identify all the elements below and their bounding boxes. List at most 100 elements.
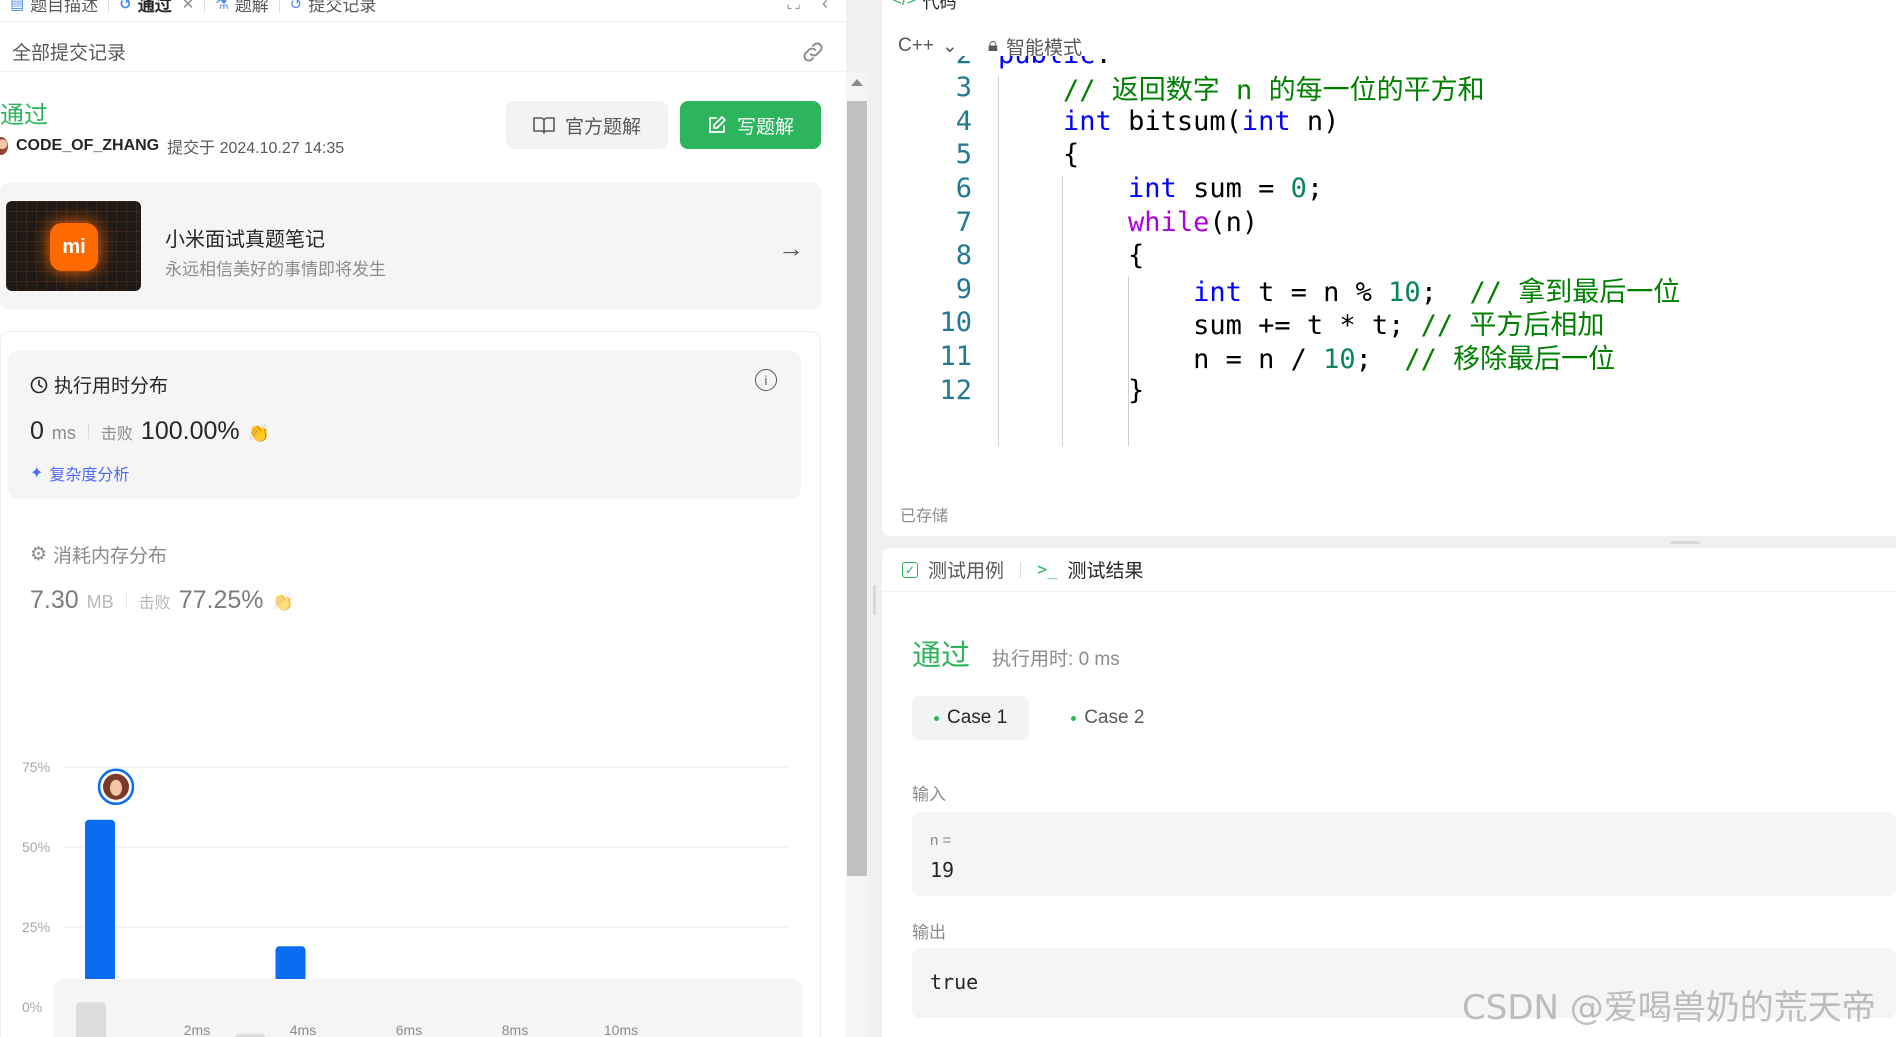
sparkle-icon: ✦ bbox=[30, 465, 44, 482]
indent-guide bbox=[1062, 176, 1063, 446]
chip-icon: ⚙ bbox=[30, 544, 48, 565]
line-number: 10 bbox=[939, 307, 972, 339]
code-editor[interactable]: 2public:3 // 返回数字 n 的每一位的平方和4 int bitsum… bbox=[882, 56, 1896, 460]
line-number: 4 bbox=[955, 105, 972, 137]
panel-controls: ⛶ ‹ bbox=[787, 0, 846, 14]
link-icon[interactable] bbox=[800, 39, 826, 65]
vertical-resizer[interactable] bbox=[873, 585, 876, 615]
runtime-title: 执行用时分布 bbox=[30, 371, 168, 398]
clock-icon bbox=[30, 376, 48, 393]
code-text: } bbox=[998, 374, 1145, 406]
chart-range-selector[interactable]: 2ms 4ms 6ms 8ms 10ms bbox=[54, 979, 802, 1037]
case-tabs: Case 1 Case 2 bbox=[912, 696, 1166, 740]
divider bbox=[87, 423, 89, 439]
line-number: 11 bbox=[939, 340, 972, 372]
runtime-card[interactable]: 执行用时分布 i 0 ms 击败 100.00% 👏 ✦ 复杂度分析 bbox=[8, 351, 801, 499]
mini-tick-label: 10ms bbox=[604, 1022, 638, 1037]
line-number: 8 bbox=[955, 240, 972, 272]
saved-status: 已存储 bbox=[900, 508, 949, 525]
left-panel: ▤ 题目描述 ↺ 通过 ✕ ⚗ 题解 ↺ 提交记录 ⛶ ‹ 全部提交记录 通过 … bbox=[0, 0, 846, 1037]
tab-label: 提交记录 bbox=[308, 0, 377, 15]
close-icon[interactable]: ✕ bbox=[182, 0, 195, 13]
document-icon: ▤ bbox=[10, 0, 25, 13]
result-status: 通过 bbox=[912, 640, 971, 672]
xiaomi-logo: mi bbox=[50, 223, 98, 271]
tab-label: 题目描述 bbox=[30, 0, 99, 15]
username[interactable]: CODE_OF_ZHANG bbox=[16, 137, 159, 155]
scroll-up-icon[interactable] bbox=[851, 79, 863, 86]
all-submissions-link[interactable]: 全部提交记录 bbox=[12, 38, 126, 65]
input-value: 19 bbox=[930, 858, 955, 882]
language-select[interactable]: C++ bbox=[898, 35, 934, 57]
pass-dot bbox=[934, 715, 939, 721]
result-summary: 通过 执行用时: 0 ms bbox=[912, 632, 1120, 674]
tab-accepted[interactable]: ↺ 通过 ✕ bbox=[109, 0, 204, 22]
code-text: while(n) bbox=[1128, 206, 1259, 238]
expand-icon[interactable]: ⛶ bbox=[787, 0, 800, 14]
tab-description[interactable]: ▤ 题目描述 bbox=[0, 0, 108, 22]
code-panel: </> 代码 C++ ⌄ 🔒︎ 智能模式 2public:3 // 返回数字 n… bbox=[882, 0, 1896, 536]
case-tab-1[interactable]: Case 1 bbox=[912, 696, 1030, 740]
watermark: CSDN @爱喝兽奶的荒天帝 bbox=[1462, 988, 1876, 1028]
mini-tick-label: 8ms bbox=[502, 1022, 528, 1037]
tab-test-results[interactable]: 测试结果 bbox=[1068, 556, 1144, 583]
runtime-title-text: 执行用时分布 bbox=[54, 376, 169, 397]
memory-beat-value: 77.25% bbox=[178, 586, 264, 614]
line-number: 9 bbox=[955, 273, 972, 305]
memory-value: 7.30 bbox=[30, 586, 79, 614]
checkbox-icon: ✓ bbox=[902, 561, 918, 578]
line-number: 3 bbox=[955, 72, 972, 104]
history-icon: ↺ bbox=[289, 0, 303, 13]
chevron-down-icon[interactable]: ⌄ bbox=[942, 35, 958, 58]
info-icon[interactable]: i bbox=[755, 369, 777, 391]
memory-title-text: 消耗内存分布 bbox=[53, 546, 168, 567]
tab-solutions[interactable]: ⚗ 题解 bbox=[205, 0, 278, 22]
runtime-values: 0 ms 击败 100.00% 👏 bbox=[30, 417, 270, 446]
beat-label: 击败 bbox=[100, 426, 133, 443]
mini-tick-label: 4ms bbox=[290, 1022, 316, 1037]
left-scrollbar[interactable] bbox=[846, 73, 868, 1037]
code-line[interactable]: 12 } bbox=[882, 370, 1896, 410]
memory-values: 7.30 MB 击败 77.25% 👏 bbox=[30, 586, 294, 615]
divider bbox=[125, 592, 127, 608]
line-number: 6 bbox=[955, 172, 972, 204]
history-icon: ↺ bbox=[119, 0, 132, 13]
indent-guide bbox=[1128, 276, 1129, 446]
horizontal-resizer[interactable] bbox=[1670, 541, 1700, 544]
indent-guide bbox=[998, 76, 999, 446]
clap-icon: 👏 bbox=[247, 423, 271, 443]
memory-title[interactable]: ⚙ 消耗内存分布 bbox=[30, 541, 167, 568]
output-label: 输出 bbox=[912, 923, 946, 942]
runtime-value: 0 bbox=[30, 417, 44, 445]
submission-detail: 通过 CODE_OF_ZHANG 提交于 2024.10.27 14:35 官方… bbox=[0, 73, 838, 1037]
y-tick-label: 75% bbox=[22, 759, 50, 775]
mini-tick-label: 2ms bbox=[184, 1022, 210, 1037]
tab-divider bbox=[1020, 561, 1022, 578]
my-submission-avatar[interactable] bbox=[97, 768, 135, 806]
tab-submissions[interactable]: ↺ 提交记录 bbox=[280, 0, 387, 22]
memory-unit: MB bbox=[86, 592, 114, 612]
runtime-beat-value: 100.00% bbox=[140, 417, 240, 445]
official-solution-button[interactable]: 官方题解 bbox=[506, 101, 668, 149]
promo-card[interactable]: mi 小米面试真题笔记 永远相信美好的事情即将发生 → bbox=[0, 183, 821, 309]
avatar[interactable] bbox=[0, 137, 8, 155]
mini-bar bbox=[76, 1002, 106, 1037]
tab-testcases[interactable]: 测试用例 bbox=[928, 556, 1004, 583]
write-solution-button[interactable]: 写题解 bbox=[680, 101, 821, 149]
beat-label: 击败 bbox=[138, 595, 171, 612]
y-tick-label: 25% bbox=[22, 919, 50, 935]
collapse-icon[interactable]: ‹ bbox=[822, 0, 828, 14]
code-tab[interactable]: </> 代码 bbox=[892, 0, 957, 12]
tab-label: 题解 bbox=[234, 0, 269, 15]
code-tab-label: 代码 bbox=[922, 0, 957, 12]
result-runtime: 执行用时: 0 ms bbox=[992, 649, 1120, 670]
output-value: true bbox=[930, 970, 979, 994]
y-tick-label: 50% bbox=[22, 839, 50, 855]
complexity-analysis-link[interactable]: ✦ 复杂度分析 bbox=[30, 461, 129, 485]
case-tab-2[interactable]: Case 2 bbox=[1049, 696, 1166, 740]
tab-label: 通过 bbox=[137, 0, 172, 15]
write-solution-label: 写题解 bbox=[736, 116, 794, 138]
scrollbar-thumb[interactable] bbox=[847, 101, 867, 876]
input-box: n = 19 bbox=[912, 812, 1896, 896]
arrow-right-icon[interactable]: → bbox=[778, 233, 804, 264]
